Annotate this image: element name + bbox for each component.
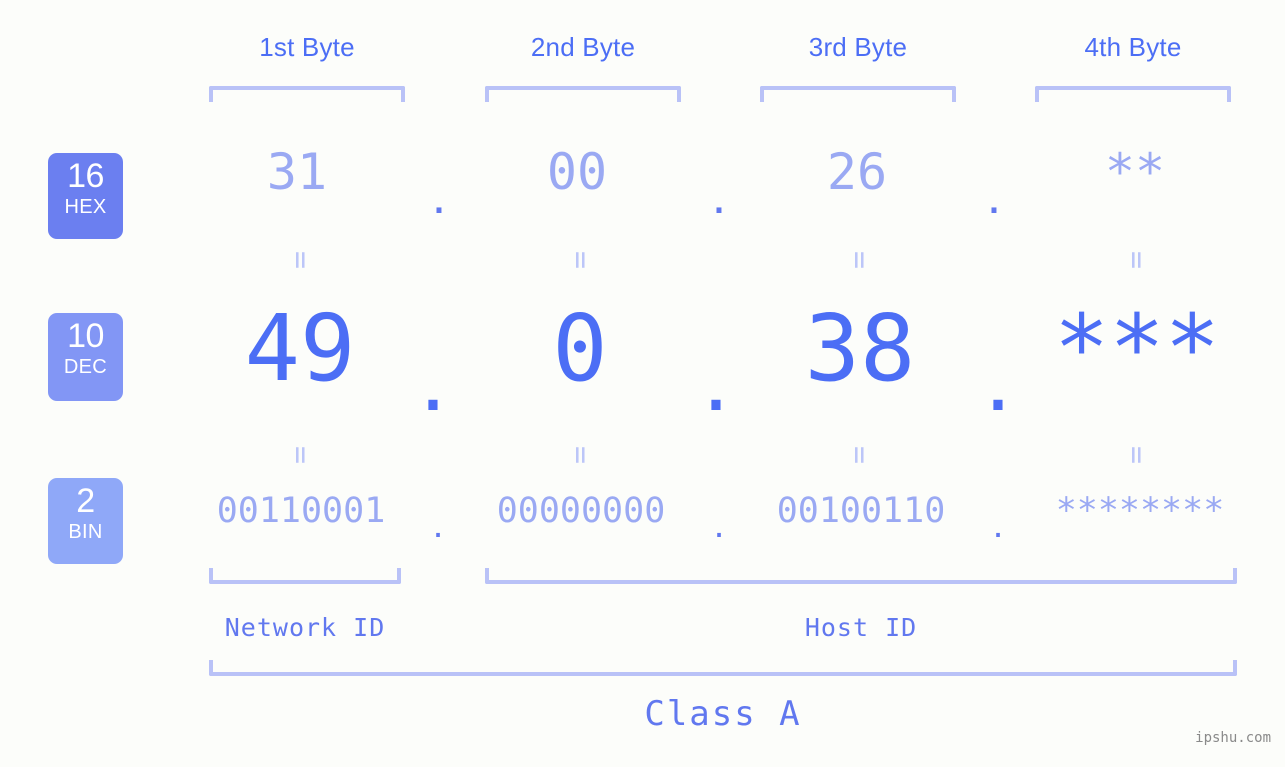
dec-separator-1: . bbox=[419, 324, 447, 431]
site-watermark: ipshu.com bbox=[1195, 730, 1271, 746]
bin-separator-1: . bbox=[432, 504, 444, 546]
radix-badge-hex-number: 16 bbox=[67, 157, 104, 195]
radix-badge-dec-number: 10 bbox=[67, 317, 104, 355]
class-label: Class A bbox=[644, 694, 802, 734]
network-id-bracket bbox=[209, 568, 401, 584]
bin-byte-3: 00100110 bbox=[776, 491, 946, 531]
byte-header-2: 2nd Byte bbox=[530, 32, 636, 62]
bin-byte-4: ******** bbox=[1055, 491, 1225, 531]
bin-byte-2: 00000000 bbox=[496, 491, 666, 531]
radix-badge-bin-label: BIN bbox=[68, 521, 103, 543]
byte-bracket-1 bbox=[209, 86, 405, 102]
radix-badge-hex: 16 HEX bbox=[48, 153, 123, 239]
class-bracket bbox=[209, 660, 1237, 676]
dec-separator-3: . bbox=[984, 324, 1012, 431]
radix-badge-bin: 2 BIN bbox=[48, 478, 123, 564]
byte-bracket-2 bbox=[485, 86, 681, 102]
radix-badge-hex-label: HEX bbox=[64, 196, 107, 218]
hex-separator-3: . bbox=[986, 167, 1002, 225]
bin-byte-1: 00110001 bbox=[216, 491, 386, 531]
bin-separator-2: . bbox=[713, 504, 725, 546]
byte-header-3: 3rd Byte bbox=[808, 32, 908, 62]
hex-separator-1: . bbox=[431, 167, 447, 225]
dec-separator-2: . bbox=[702, 324, 730, 431]
network-id-label: Network ID bbox=[224, 613, 386, 642]
ip-byte-breakdown-diagram: 1st Byte 2nd Byte 3rd Byte 4th Byte 16 H… bbox=[0, 0, 1285, 767]
byte-header-1: 1st Byte bbox=[259, 32, 355, 62]
hex-separator-2: . bbox=[711, 167, 727, 225]
byte-header-4: 4th Byte bbox=[1084, 32, 1182, 62]
host-id-bracket bbox=[485, 568, 1237, 584]
radix-badge-dec: 10 DEC bbox=[48, 313, 123, 401]
byte-bracket-4 bbox=[1035, 86, 1231, 102]
byte-bracket-3 bbox=[760, 86, 956, 102]
host-id-label: Host ID bbox=[804, 613, 918, 642]
radix-badge-bin-number: 2 bbox=[76, 482, 95, 520]
radix-badge-dec-label: DEC bbox=[63, 356, 108, 378]
bin-separator-3: . bbox=[992, 504, 1004, 546]
